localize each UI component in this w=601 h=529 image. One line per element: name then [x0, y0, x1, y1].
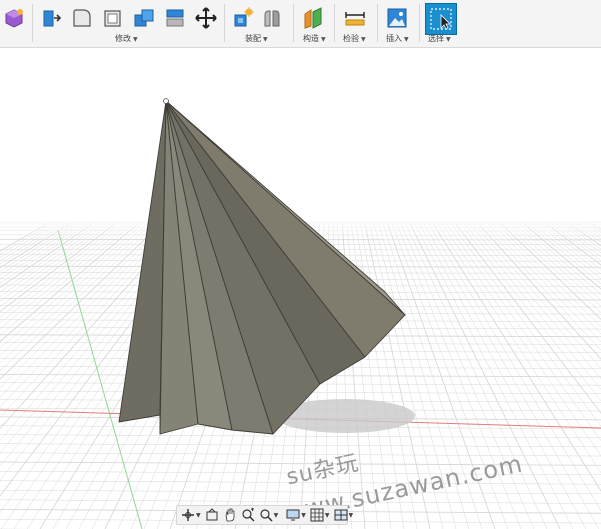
offset-plane-icon[interactable]: [299, 4, 327, 32]
grid-line: [0, 221, 55, 255]
toolbar-separator: [293, 4, 294, 42]
grid-line: [0, 443, 601, 448]
viewports-icon[interactable]: [334, 507, 348, 523]
ribbon-toolbar: 修改 ▼ 装配 ▼ 构造 ▼ 检验 ▼ 插入 ▼ 选择 ▼: [0, 0, 601, 48]
shell-icon[interactable]: [99, 4, 127, 32]
grid-line: [561, 221, 601, 250]
display-caret[interactable]: ▼: [301, 512, 306, 519]
select-menu[interactable]: 选择 ▼: [428, 33, 451, 44]
cone-face: [118, 100, 167, 423]
select-icon[interactable]: [425, 3, 457, 35]
grid-line: [0, 489, 601, 495]
grid-line: [575, 221, 601, 240]
fit-icon[interactable]: [259, 507, 273, 523]
move-icon[interactable]: [192, 4, 220, 32]
zoom-caret[interactable]: ▼: [274, 512, 279, 519]
grid-line: [0, 221, 100, 293]
orbit-icon[interactable]: [181, 507, 195, 523]
grid-line: [0, 221, 87, 280]
assemble-menu[interactable]: 装配 ▼: [245, 33, 268, 44]
toolbar-separator: [377, 4, 378, 42]
insert-image-icon[interactable]: [383, 4, 411, 32]
split-body-icon[interactable]: [161, 4, 189, 32]
press-pull-icon[interactable]: [37, 4, 65, 32]
grid-caret[interactable]: ▼: [325, 512, 330, 519]
pan-icon[interactable]: [223, 507, 237, 523]
apex-vertex[interactable]: [163, 98, 169, 104]
navigation-bar: ▼ ▼ ▼ ▼ ▼: [176, 505, 353, 525]
grid-line: [498, 221, 601, 321]
grid-line: [579, 221, 601, 236]
toolbar-separator: [32, 4, 33, 42]
grid-line: [481, 221, 601, 351]
grid-line: [0, 434, 601, 438]
grid-line: [0, 221, 105, 297]
insert-menu[interactable]: 插入 ▼: [386, 33, 409, 44]
toolbar-separator: [224, 4, 225, 42]
combine-icon[interactable]: [130, 4, 158, 32]
grid-line: [557, 221, 601, 254]
toolbar-separator: [334, 4, 335, 42]
grid-line: [0, 221, 132, 330]
measure-icon[interactable]: [341, 4, 369, 32]
modify-menu[interactable]: 修改 ▼: [115, 33, 138, 44]
fillet-icon[interactable]: [68, 4, 96, 32]
viewports-caret[interactable]: ▼: [349, 512, 354, 519]
grid-line: [521, 221, 601, 290]
grid-settings-icon[interactable]: [310, 507, 324, 523]
grid-line: [530, 221, 601, 280]
toolbar-separator: [419, 4, 420, 42]
grid-line: [0, 221, 60, 258]
grid-line: [535, 221, 601, 275]
new-component-icon[interactable]: [229, 4, 257, 32]
joint-icon[interactable]: [258, 4, 286, 32]
create-form-icon[interactable]: [0, 4, 28, 32]
grid-line: [0, 221, 51, 252]
construct-menu[interactable]: 构造 ▼: [303, 33, 326, 44]
look-at-icon[interactable]: [205, 507, 219, 523]
grid-line: [0, 221, 109, 302]
orbit-caret[interactable]: ▼: [196, 512, 201, 519]
inspect-menu[interactable]: 检验 ▼: [343, 33, 366, 44]
grid-line: [485, 221, 601, 343]
zoom-window-icon[interactable]: [241, 507, 255, 523]
display-settings-icon[interactable]: [286, 507, 300, 523]
